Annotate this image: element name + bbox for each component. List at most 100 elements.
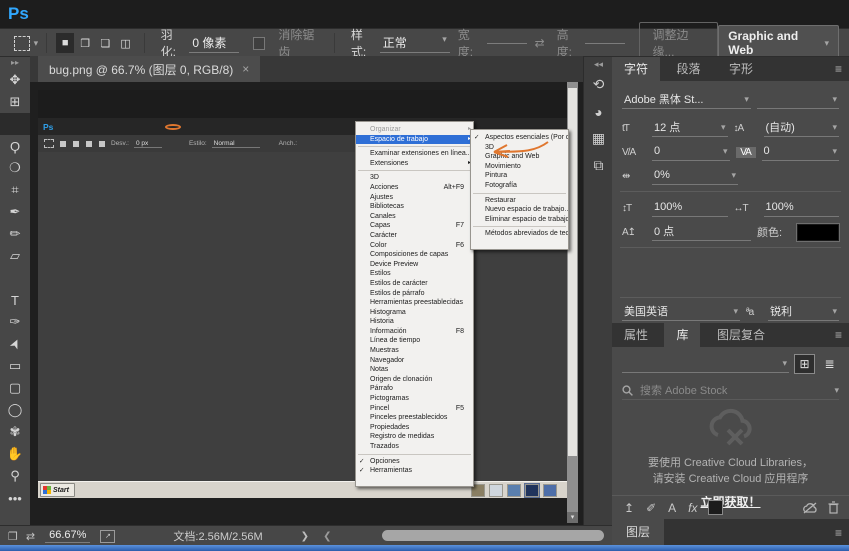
rectangular-marquee-tool[interactable] bbox=[0, 113, 30, 135]
vertical-scale-input[interactable]: 100% bbox=[652, 199, 728, 217]
horizontal-scrollbar[interactable] bbox=[382, 530, 604, 541]
menu-item: Estilos de párrafo bbox=[370, 289, 425, 297]
collapse-toolbar-icon[interactable]: ▸▸ bbox=[0, 57, 30, 69]
brush-library-icon[interactable]: ✐ bbox=[646, 501, 656, 515]
add-to-selection-button[interactable]: ❐ bbox=[76, 33, 94, 53]
ellipse-tool[interactable]: ◯ bbox=[0, 399, 30, 421]
text-color-swatch[interactable] bbox=[796, 222, 840, 242]
stock-search-input[interactable]: 搜索 Adobe Stock ▾ bbox=[622, 381, 839, 400]
grid-view-button[interactable]: ⊞ bbox=[794, 354, 815, 374]
font-family-select[interactable]: Adobe 黑体 St... ▾ bbox=[622, 91, 751, 109]
leading-select[interactable]: (自动) ▾ bbox=[763, 119, 839, 137]
intersect-selection-button[interactable]: ◫ bbox=[117, 33, 135, 53]
tab-properties[interactable]: 属性 bbox=[612, 323, 660, 347]
zoom-level-input[interactable]: 66.67% bbox=[45, 529, 91, 543]
hand-tool[interactable]: ✋ bbox=[0, 443, 30, 465]
menu-item: Herramientas preestablecidas bbox=[370, 299, 463, 307]
proportional-spacing-select[interactable]: 0% ▾ bbox=[652, 167, 738, 185]
zoom-tool[interactable]: ⚲ bbox=[0, 465, 30, 487]
eraser-tool[interactable]: ▱ bbox=[0, 245, 30, 267]
chevron-down-icon[interactable]: ▾ bbox=[34, 38, 39, 49]
share-icon[interactable]: ↗ bbox=[100, 529, 116, 543]
height-input[interactable] bbox=[585, 42, 626, 44]
cloud-sync-disabled-icon[interactable] bbox=[802, 502, 818, 514]
status-bar: ❐ ⇄ 66.67% ↗ 文档:2.56M/2.56M ❯ ❮ bbox=[0, 525, 612, 546]
inner-deviation-label: Desv.: bbox=[111, 140, 129, 147]
panel-menu-icon[interactable]: ≡ bbox=[835, 62, 842, 76]
brush-tool[interactable]: ✏ bbox=[0, 223, 30, 245]
layers-mini-icon[interactable]: ❐ bbox=[8, 530, 18, 543]
scroll-down-icon[interactable]: ▾ bbox=[567, 512, 578, 523]
kerning-select[interactable]: 0 ▾ bbox=[652, 143, 730, 161]
rectangle-tool[interactable]: ▭ bbox=[0, 355, 30, 377]
marquee-tool-icon[interactable] bbox=[14, 35, 30, 51]
swap-dimensions-icon[interactable]: ⇄ bbox=[535, 36, 545, 50]
panel-menu-icon[interactable]: ≡ bbox=[835, 328, 842, 342]
menu-item: Histograma bbox=[370, 308, 406, 316]
expand-panels-icon[interactable]: ◂◂ bbox=[584, 57, 613, 71]
submenu-item: Restaurar bbox=[485, 196, 516, 204]
upload-icon[interactable]: ↥ bbox=[624, 501, 634, 515]
baseline-shift-input[interactable]: 0 点 bbox=[652, 223, 751, 241]
new-selection-button[interactable]: ■ bbox=[56, 33, 75, 53]
font-size-select[interactable]: 12 点 ▾ bbox=[652, 119, 728, 137]
status-back-icon[interactable]: ❮ bbox=[323, 531, 331, 542]
quick-selection-tool[interactable]: ❍ bbox=[0, 157, 30, 179]
feather-input[interactable]: 0 像素 bbox=[189, 34, 240, 53]
status-popup-icon[interactable]: ❯ bbox=[301, 531, 309, 542]
horizontal-scale-input[interactable]: 100% bbox=[763, 199, 839, 217]
more-tools[interactable]: ••• bbox=[0, 487, 30, 509]
tab-glyphs[interactable]: 字形 bbox=[717, 57, 765, 81]
text-style-icon[interactable]: A bbox=[668, 501, 676, 515]
artboard-tool[interactable]: ⊞ bbox=[0, 91, 30, 113]
tab-layers[interactable]: 图层 bbox=[612, 519, 665, 545]
subtract-from-selection-button[interactable]: ❏ bbox=[96, 33, 114, 53]
swap-colors-icon[interactable]: ⇄ bbox=[26, 530, 35, 543]
pen-tool[interactable]: ✑ bbox=[0, 311, 30, 333]
menu-item: Composiciones de capas bbox=[370, 251, 449, 259]
document-size-label: 文档:2.56M/2.56M bbox=[173, 531, 263, 543]
library-select[interactable]: ▾ bbox=[622, 355, 789, 373]
tab-layer-comps[interactable]: 图层复合 bbox=[705, 323, 777, 347]
shortcut-label: F5 bbox=[455, 404, 464, 412]
menu-item: Propiedades bbox=[370, 423, 410, 431]
style-select[interactable]: 正常 ▾ bbox=[379, 34, 450, 53]
document-tab[interactable]: bug.png @ 66.7% (图层 0, RGB/8) × bbox=[38, 56, 261, 82]
document-canvas[interactable]: Ps Desv.: 0 px Estilo: Normal Anch.: Org… bbox=[30, 82, 583, 525]
rounded-rectangle-tool[interactable]: ▢ bbox=[0, 377, 30, 399]
character-panel-header: 字符 段落 字形 ≡ bbox=[612, 57, 849, 81]
antialias-select[interactable]: 锐利 ▾ bbox=[767, 303, 839, 321]
menu-item: Color F6 bbox=[370, 241, 464, 249]
close-icon[interactable]: × bbox=[242, 62, 249, 76]
move-tool[interactable]: ✥ bbox=[0, 69, 30, 91]
trash-icon[interactable] bbox=[828, 501, 839, 514]
eyedropper-tool[interactable]: ✒ bbox=[0, 201, 30, 223]
list-view-button[interactable]: ≣ bbox=[820, 355, 839, 373]
antialias-checkbox[interactable] bbox=[253, 36, 266, 50]
submenu-item: Nuevo espacio de trabajo... bbox=[485, 206, 569, 214]
scrollbar-thumb[interactable] bbox=[568, 88, 577, 456]
tab-libraries[interactable]: 库 bbox=[664, 323, 701, 347]
device-preview-panel-icon[interactable]: ⧉ bbox=[584, 152, 613, 179]
custom-shape-tool[interactable]: ✾ bbox=[0, 421, 30, 443]
crop-tool[interactable]: ⌗ bbox=[0, 179, 30, 201]
font-style-select[interactable]: ▾ bbox=[756, 91, 839, 109]
tracking-select[interactable]: 0 ▾ bbox=[761, 143, 839, 161]
color-swatch-icon[interactable] bbox=[708, 500, 724, 515]
gradient-tool[interactable] bbox=[0, 267, 30, 289]
history-panel-icon[interactable]: ⟲ bbox=[584, 71, 613, 98]
path-selection-tool[interactable]: ➤ bbox=[0, 333, 30, 355]
tab-paragraph[interactable]: 段落 bbox=[664, 57, 712, 81]
color-label: 颜色: bbox=[757, 227, 783, 239]
color-panel-icon[interactable]: ◕ bbox=[584, 98, 613, 125]
tab-character[interactable]: 字符 bbox=[612, 57, 661, 81]
type-tool[interactable]: T bbox=[0, 289, 30, 311]
width-input[interactable] bbox=[486, 42, 527, 44]
lasso-tool[interactable]: Ϙ bbox=[0, 135, 30, 157]
layer-style-icon[interactable]: fx bbox=[688, 501, 697, 515]
submenu-item: Fotografía bbox=[485, 181, 517, 189]
vertical-scale-icon: ↕T bbox=[622, 202, 632, 214]
panel-menu-icon[interactable]: ≡ bbox=[835, 526, 842, 540]
language-select[interactable]: 美国英语 ▾ bbox=[622, 303, 740, 321]
swatches-panel-icon[interactable]: ▦ bbox=[584, 125, 613, 152]
